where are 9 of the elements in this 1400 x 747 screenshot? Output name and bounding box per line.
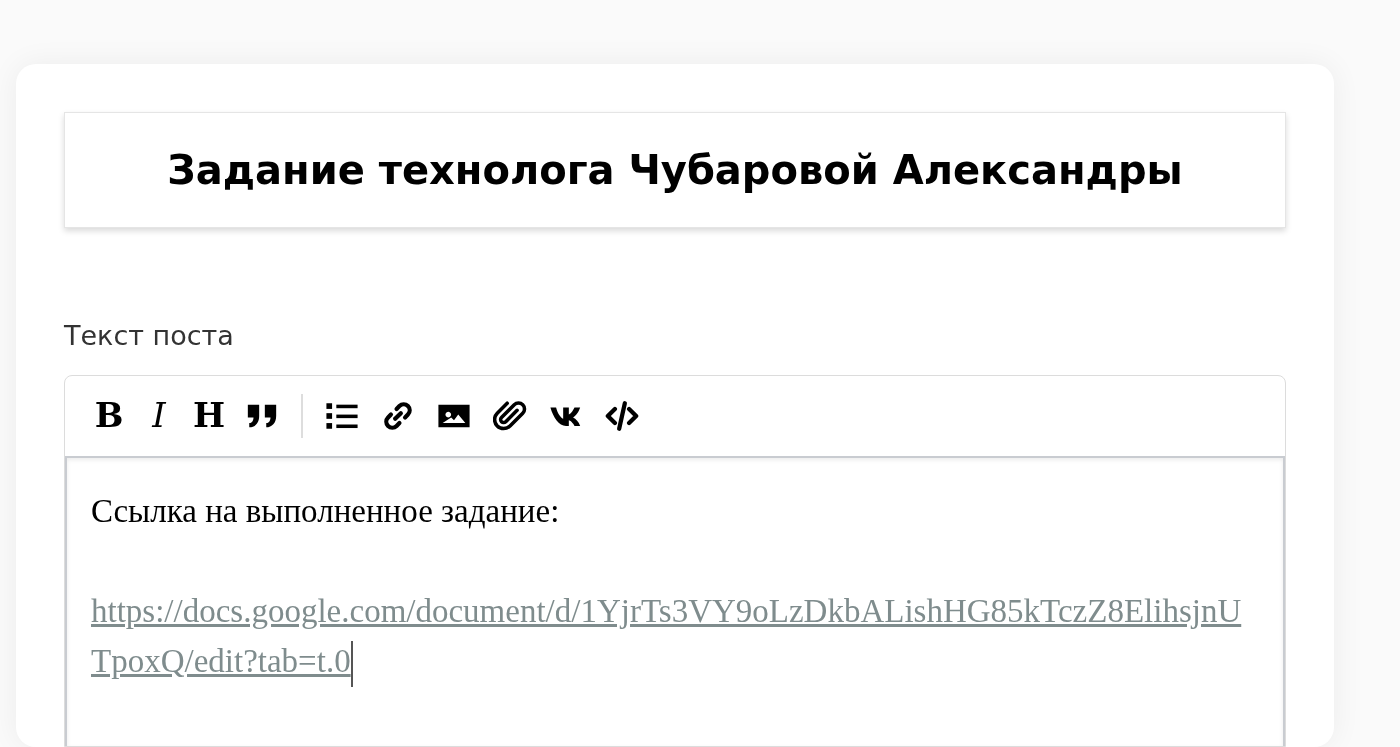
page-title: Задание технолога Чубаровой Александры	[167, 146, 1183, 195]
text-editor[interactable]: Ссылка на выполненное задание: https://docs.google.com/document/d/1YjrTs3VY9oLzDkbALishHG85kTczZ8ElihsjnUTpoxQ/edit?tab=t.0	[65, 455, 1285, 746]
heading-button[interactable]: H	[187, 393, 231, 438]
field-label: Текст поста	[64, 319, 234, 353]
code-icon[interactable]	[605, 398, 639, 433]
editor-text: Ссылка на выполненное задание:	[91, 491, 560, 531]
paperclip-icon[interactable]	[493, 398, 527, 433]
bold-button[interactable]: B	[87, 393, 131, 438]
italic-button[interactable]: I	[137, 393, 181, 438]
